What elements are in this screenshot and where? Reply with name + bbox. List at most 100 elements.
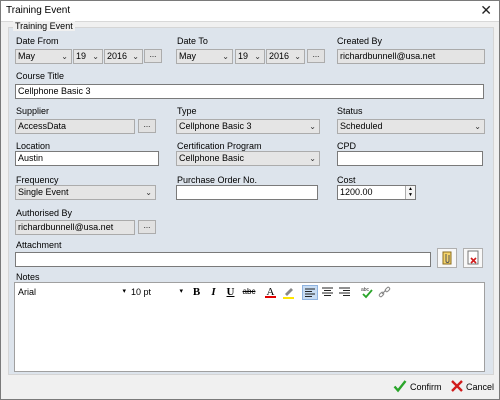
type-select[interactable]: Cellphone Basic 3 ⌄ <box>176 119 320 134</box>
date-from-day-select[interactable]: 19 ⌄ <box>73 49 103 64</box>
date-to-picker-button[interactable]: ... <box>307 49 325 63</box>
align-right-button[interactable] <box>337 285 352 299</box>
authorised-by-browse-button[interactable]: ... <box>138 220 156 234</box>
date-to-year-select[interactable]: 2016 ⌄ <box>266 49 305 64</box>
date-from-label: Date From <box>16 36 59 46</box>
chevron-down-icon: ⌄ <box>309 122 316 131</box>
chevron-down-icon: ⌄ <box>222 52 229 61</box>
date-to-label: Date To <box>177 36 208 46</box>
cost-spinner[interactable]: ▲ ▼ <box>405 186 415 199</box>
confirm-button[interactable]: Confirm <box>393 380 445 394</box>
supplier-browse-button[interactable]: ... <box>138 119 156 133</box>
certification-program-label: Certification Program <box>177 141 262 151</box>
bold-button[interactable]: B <box>189 285 204 299</box>
confirm-label: Confirm <box>410 382 442 392</box>
underline-button[interactable]: U <box>223 285 238 299</box>
title-bar: Training Event ✕ <box>1 1 499 22</box>
chevron-down-icon: ⌄ <box>474 122 481 131</box>
cost-input[interactable]: 1200.00 ▲ ▼ <box>337 185 416 200</box>
supplier-field: AccessData <box>15 119 135 134</box>
italic-button[interactable]: I <box>206 285 221 299</box>
cpd-label: CPD <box>337 141 357 151</box>
align-center-icon <box>322 287 333 296</box>
chevron-down-icon: ⌄ <box>61 52 68 61</box>
link-icon <box>378 286 391 298</box>
chevron-down-icon: ▾ <box>179 288 183 295</box>
status-select[interactable]: Scheduled ⌄ <box>337 119 485 134</box>
font-size-value: 10 pt <box>131 287 152 297</box>
svg-text:abc: abc <box>361 287 370 293</box>
attach-file-button[interactable] <box>437 248 457 268</box>
created-by-field: richardbunnell@usa.net <box>337 49 485 64</box>
chevron-down-icon: ⌄ <box>132 52 139 61</box>
type-label: Type <box>177 106 197 116</box>
frequency-value: Single Event <box>18 187 69 197</box>
attachment-label: Attachment <box>16 240 62 250</box>
date-to-month: May <box>179 51 197 61</box>
cpd-input[interactable] <box>337 151 483 166</box>
authorised-by-label: Authorised By <box>16 208 73 218</box>
date-from-picker-button[interactable]: ... <box>144 49 162 63</box>
course-title-label: Course Title <box>16 71 65 81</box>
font-color-button[interactable]: A <box>263 285 278 299</box>
remove-attachment-button[interactable] <box>463 248 483 268</box>
strikethrough-button[interactable]: abc <box>240 285 258 299</box>
chevron-down-icon: ⌄ <box>294 52 301 61</box>
course-title-input[interactable]: Cellphone Basic 3 <box>15 84 484 99</box>
notes-content[interactable] <box>15 301 484 371</box>
type-value: Cellphone Basic 3 <box>179 121 252 131</box>
authorised-by-field: richardbunnell@usa.net <box>15 220 135 235</box>
certification-program-select[interactable]: Cellphone Basic ⌄ <box>176 151 320 166</box>
align-right-icon <box>339 287 350 296</box>
supplier-label: Supplier <box>16 106 50 116</box>
highlight-button[interactable] <box>281 285 296 299</box>
certification-program-value: Cellphone Basic <box>179 153 245 163</box>
date-to-year: 2016 <box>269 51 290 61</box>
date-to-day: 19 <box>238 51 249 61</box>
cost-label: Cost <box>337 175 356 185</box>
cancel-button[interactable]: Cancel <box>450 380 496 394</box>
font-family-select[interactable]: Arial ▾ <box>15 285 128 299</box>
date-from-month-select[interactable]: May ⌄ <box>15 49 72 64</box>
chevron-down-icon: ⌄ <box>254 52 261 61</box>
spellcheck-button[interactable]: abc <box>360 285 375 299</box>
status-label: Status <box>337 106 363 116</box>
notes-label: Notes <box>16 272 40 282</box>
checkmark-icon <box>393 380 407 393</box>
date-to-day-select[interactable]: 19 ⌄ <box>235 49 265 64</box>
font-size-select[interactable]: 10 pt ▾ <box>128 285 185 299</box>
location-input[interactable]: Austin <box>15 151 159 166</box>
purchase-order-label: Purchase Order No. <box>177 175 258 185</box>
attachment-input[interactable] <box>15 252 431 267</box>
chevron-down-icon: ⌄ <box>92 52 99 61</box>
remove-file-icon <box>467 250 479 265</box>
attach-icon <box>442 251 452 265</box>
window-title: Training Event <box>6 5 71 16</box>
date-to-month-select[interactable]: May ⌄ <box>176 49 233 64</box>
frequency-label: Frequency <box>16 175 59 185</box>
font-family-value: Arial <box>18 287 37 297</box>
cancel-label: Cancel <box>466 382 495 392</box>
align-left-icon <box>305 288 315 297</box>
highlighter-icon <box>283 288 294 299</box>
spellcheck-icon: abc <box>361 287 373 299</box>
chevron-down-icon: ⌄ <box>145 188 152 197</box>
chevron-down-icon: ▾ <box>122 288 126 295</box>
created-by-label: Created By <box>337 36 383 46</box>
align-center-button[interactable] <box>320 285 335 299</box>
insert-link-button[interactable] <box>377 285 392 299</box>
close-icon[interactable]: ✕ <box>480 3 492 17</box>
location-label: Location <box>16 141 51 151</box>
font-color-bar <box>265 296 276 298</box>
status-value: Scheduled <box>340 121 383 131</box>
cancel-x-icon <box>451 380 463 392</box>
purchase-order-input[interactable] <box>176 185 318 200</box>
group-legend: Training Event <box>13 21 75 31</box>
chevron-down-icon: ⌄ <box>309 154 316 163</box>
date-from-year: 2016 <box>107 51 128 61</box>
date-from-month: May <box>18 51 36 61</box>
frequency-select[interactable]: Single Event ⌄ <box>15 185 156 200</box>
date-from-year-select[interactable]: 2016 ⌄ <box>104 49 143 64</box>
cost-value: 1200.00 <box>340 187 373 197</box>
align-left-button[interactable] <box>302 285 318 300</box>
